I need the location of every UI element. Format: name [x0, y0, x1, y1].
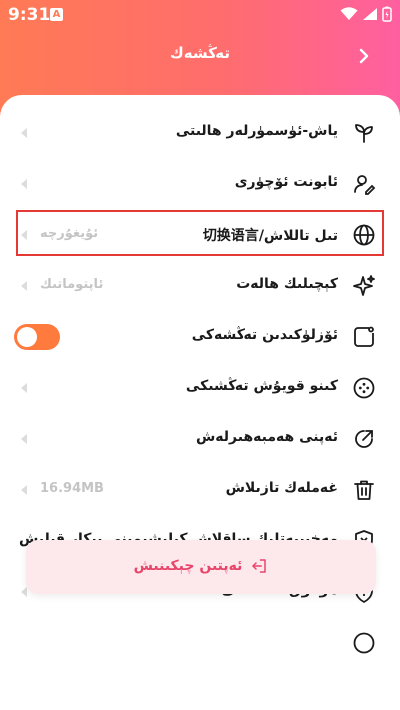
status-icons [340, 6, 392, 22]
title-bar: تەڭشەك [0, 36, 400, 76]
signal-icon [363, 8, 377, 20]
battery-icon [382, 6, 392, 22]
settings-row-youth-mode[interactable]: ياش-ئۈسمۈرلەر ھالىتى [0, 107, 400, 159]
chevron-left-icon [21, 128, 27, 138]
settings-row-value: 16.94MB [40, 481, 104, 496]
logout-label: ئەپتىن چېكىنىش [133, 558, 243, 574]
settings-row-night-mode[interactable]: كېچىلىك ھالەت ئاپتوماتىك [0, 260, 400, 312]
status-bar: 9:31 A [0, 0, 400, 30]
chevron-left-icon [21, 434, 27, 444]
settings-row-label: غەملەك تازىلاش [225, 480, 338, 496]
back-chevron-icon[interactable] [354, 46, 374, 66]
chevron-left-icon [21, 383, 27, 393]
chevron-left-icon [21, 179, 27, 189]
sprout-icon [352, 121, 376, 145]
settings-row-label: ئابونت ئۆچۈرى [234, 174, 338, 190]
page-title: تەڭشەك [170, 44, 230, 62]
square-dot-icon [352, 325, 376, 349]
circle-icon [352, 631, 376, 655]
logout-icon [252, 559, 267, 573]
wifi-icon [340, 7, 358, 20]
settings-row-label: ياش-ئۈسمۈرلەر ھالىتى [175, 123, 338, 139]
notification-badge: A [50, 8, 63, 21]
status-time: 9:31 [8, 5, 51, 25]
trash-icon [352, 478, 376, 502]
settings-row-value: ئاپتوماتىك [40, 277, 104, 292]
settings-row-share-app[interactable]: ئەپنى ھەمبەھىرلەش [0, 413, 400, 465]
settings-row-delete-account[interactable]: ئابونت ئۆچۈرى [0, 158, 400, 210]
language-highlight-box [16, 210, 384, 256]
logout-button[interactable]: ئەپتىن چېكىنىش [26, 540, 376, 594]
share-arrow-icon [352, 427, 376, 451]
settings-sheet: ياش-ئۈسمۈرلەر ھالىتى ئابونت ئۆچۈرى تىل ت… [0, 95, 400, 710]
autoplay-toggle[interactable] [14, 324, 60, 350]
chevron-left-icon [21, 485, 27, 495]
settings-row-label: ئۆزلۈكىدىن تەڭشەكى [191, 327, 338, 343]
chevron-left-icon [21, 587, 27, 597]
settings-row-label: كىنو قويۇش تەڭشىكى [185, 378, 338, 394]
chevron-left-icon [21, 281, 27, 291]
settings-row-autoplay[interactable]: ئۆزلۈكىدىن تەڭشەكى [0, 311, 400, 363]
sparkle-icon [352, 274, 376, 298]
settings-row-partial [0, 617, 400, 669]
settings-row-label: ئەپنى ھەمبەھىرلەش [195, 429, 338, 445]
toggle-knob [17, 327, 37, 347]
user-edit-icon [352, 172, 376, 196]
settings-row-label: كېچىلىك ھالەت [236, 276, 338, 292]
settings-row-video-play[interactable]: كىنو قويۇش تەڭشىكى [0, 362, 400, 414]
settings-row-clear-cache[interactable]: غەملەك تازىلاش 16.94MB [0, 464, 400, 516]
gamepad-icon [352, 376, 376, 400]
